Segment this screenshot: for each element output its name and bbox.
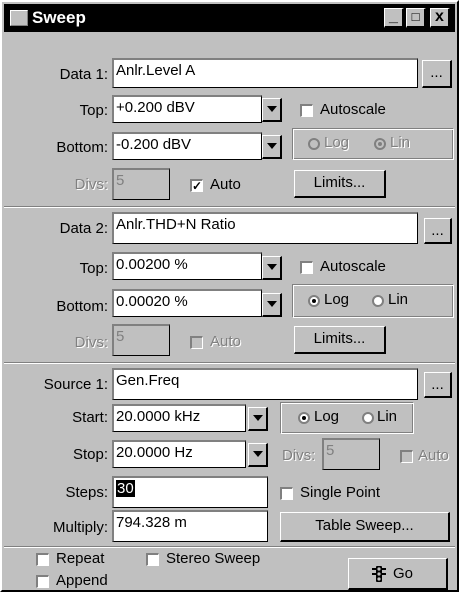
data2-top-dropdown[interactable] <box>262 256 282 280</box>
source1-divs-label: Divs: <box>282 447 316 464</box>
divider <box>4 206 455 208</box>
maximize-button[interactable]: □ <box>406 8 426 28</box>
data2-auto-label[interactable]: Auto <box>210 333 241 351</box>
data2-top-label: Top: <box>79 260 108 277</box>
data1-lin-label[interactable]: Lin <box>390 134 410 152</box>
source1-stop-label: Stop: <box>72 446 108 463</box>
data2-log-label[interactable]: Log <box>324 291 349 309</box>
close-button[interactable]: x <box>430 8 450 28</box>
source1-multiply-label: Multiply: <box>52 519 108 536</box>
data1-auto-label[interactable]: Auto <box>210 176 241 194</box>
data1-divs-field[interactable]: 5 <box>112 168 170 200</box>
source1-log-radio[interactable] <box>298 412 310 424</box>
data2-auto-checkbox[interactable] <box>190 336 203 349</box>
data2-divs-label: Divs: <box>74 334 108 351</box>
stereo-sweep-checkbox[interactable] <box>146 553 159 566</box>
append-checkbox[interactable] <box>36 575 49 588</box>
data1-bottom-label: Bottom: <box>56 139 108 156</box>
data1-auto-checkbox[interactable]: ✓ <box>190 179 203 192</box>
data1-autoscale-checkbox[interactable] <box>300 104 313 117</box>
data1-browse-button[interactable]: ... <box>422 60 452 88</box>
data2-bottom-label: Bottom: <box>56 298 108 315</box>
go-label: Go <box>393 565 414 582</box>
data1-top-dropdown[interactable] <box>262 98 282 122</box>
source1-stop-field[interactable]: 20.0000 Hz <box>112 440 246 468</box>
data2-bottom-field[interactable]: 0.00020 % <box>112 289 262 317</box>
data2-autoscale-label[interactable]: Autoscale <box>320 258 386 276</box>
source1-start-dropdown[interactable] <box>248 407 268 431</box>
minimize-button[interactable]: _ <box>384 8 404 28</box>
source1-label: Source 1: <box>43 376 108 393</box>
data1-autoscale-label[interactable]: Autoscale <box>320 101 386 119</box>
source1-divs-field[interactable]: 5 <box>322 438 380 470</box>
sweep-window: Sweep _ □ x Data 1: Anlr.Level A ... Top… <box>0 0 459 592</box>
data2-label: Data 2: <box>59 220 108 237</box>
repeat-checkbox[interactable] <box>36 553 49 566</box>
data2-limits-button[interactable]: Limits... <box>294 326 386 354</box>
chevron-down-icon <box>253 415 263 421</box>
source1-start-label: Start: <box>72 409 108 426</box>
data2-lin-label[interactable]: Lin <box>388 291 408 309</box>
data2-divs-field[interactable]: 5 <box>112 324 170 356</box>
chevron-down-icon <box>267 264 277 270</box>
source1-multiply-field[interactable]: 794.328 m <box>112 510 268 542</box>
window-title: Sweep <box>32 8 86 27</box>
data2-top-field[interactable]: 0.00200 % <box>112 252 262 280</box>
data1-bottom-field[interactable]: -0.200 dBV <box>112 132 262 160</box>
source1-single-point-label[interactable]: Single Point <box>300 484 380 502</box>
stereo-sweep-label[interactable]: Stereo Sweep <box>166 550 260 568</box>
steps-selected-text: 30 <box>116 480 135 497</box>
data1-field[interactable]: Anlr.Level A <box>112 58 418 88</box>
source1-auto-checkbox[interactable] <box>400 450 413 463</box>
data2-browse-button[interactable]: ... <box>424 218 452 244</box>
chevron-down-icon <box>267 301 277 307</box>
source1-field[interactable]: Gen.Freq <box>112 368 418 400</box>
data1-lin-radio[interactable] <box>374 138 386 150</box>
source1-stop-dropdown[interactable] <box>248 443 268 467</box>
chevron-down-icon <box>267 143 277 149</box>
data2-log-radio[interactable] <box>308 295 320 307</box>
data1-top-label: Top: <box>79 102 108 119</box>
data2-field[interactable]: Anlr.THD+N Ratio <box>112 212 418 244</box>
data2-autoscale-checkbox[interactable] <box>300 261 313 274</box>
data2-lin-radio[interactable] <box>372 295 384 307</box>
data1-top-field[interactable]: +0.200 dBV <box>112 95 262 123</box>
divider <box>4 546 455 548</box>
source1-lin-radio[interactable] <box>362 412 374 424</box>
go-button[interactable]: Go <box>348 558 448 590</box>
data1-log-label[interactable]: Log <box>324 134 349 152</box>
table-sweep-button[interactable]: Table Sweep... <box>280 512 450 542</box>
repeat-label[interactable]: Repeat <box>56 550 104 568</box>
source1-log-label[interactable]: Log <box>314 408 339 426</box>
source1-single-point-checkbox[interactable] <box>280 487 293 500</box>
data1-label: Data 1: <box>59 66 108 83</box>
data1-limits-button[interactable]: Limits... <box>294 170 386 198</box>
append-label[interactable]: Append <box>56 572 108 590</box>
data1-divs-label: Divs: <box>74 176 108 193</box>
window-icon <box>10 10 28 26</box>
data1-bottom-dropdown[interactable] <box>262 135 282 159</box>
source1-auto-label[interactable]: Auto <box>418 447 449 465</box>
data2-bottom-dropdown[interactable] <box>262 293 282 317</box>
source1-start-field[interactable]: 20.0000 kHz <box>112 404 246 432</box>
data1-log-radio[interactable] <box>308 138 320 150</box>
source1-steps-field[interactable]: 30 <box>112 476 268 508</box>
chevron-down-icon <box>253 451 263 457</box>
source1-steps-label: Steps: <box>65 484 108 501</box>
chevron-down-icon <box>267 106 277 112</box>
traffic-light-icon <box>372 566 386 582</box>
title-bar[interactable]: Sweep _ □ x <box>4 4 455 32</box>
source1-lin-label[interactable]: Lin <box>377 408 397 426</box>
divider <box>4 362 455 364</box>
source1-browse-button[interactable]: ... <box>424 372 452 398</box>
